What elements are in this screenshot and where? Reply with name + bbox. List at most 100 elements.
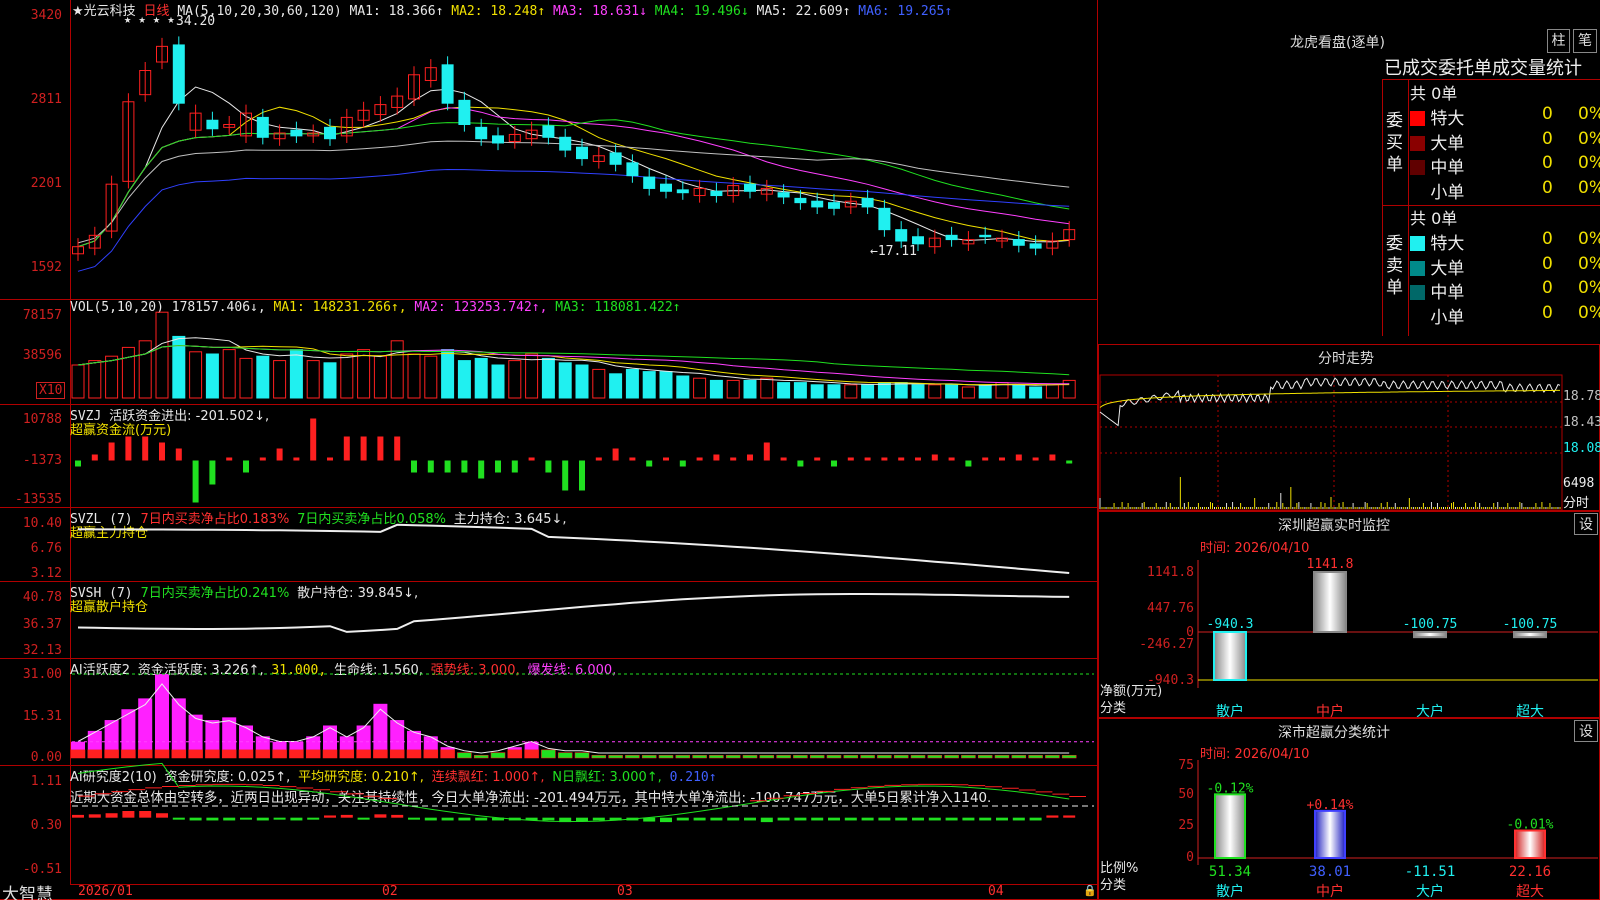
fund-flow-bar xyxy=(579,460,585,491)
activity-base-bar xyxy=(339,749,355,759)
activity-base-bar xyxy=(826,755,842,759)
sz-class-title: 深市超赢分类统计 xyxy=(1278,725,1390,741)
stroke-view-button[interactable]: 笔 xyxy=(1573,29,1597,53)
candle xyxy=(172,44,185,104)
research-bar xyxy=(240,817,252,820)
order-row: 大单 0 0% xyxy=(1410,254,1600,279)
main-position-line xyxy=(77,523,1070,574)
volume-bar xyxy=(189,351,203,399)
fund-flow-bar xyxy=(864,457,871,461)
activity-bar xyxy=(289,741,304,750)
research-bar xyxy=(156,813,168,818)
fund-flow-bar xyxy=(1066,460,1073,464)
volume-bar xyxy=(71,364,85,399)
candle xyxy=(828,202,840,209)
research-bar xyxy=(710,817,723,821)
research-line-green xyxy=(77,762,1070,822)
activity-base-bar xyxy=(507,749,523,759)
fund-flow-bar xyxy=(276,448,283,461)
fund-flow-bar xyxy=(226,457,233,461)
candle xyxy=(626,162,639,177)
research-bar xyxy=(693,817,706,821)
research-bar xyxy=(441,817,454,821)
research-bar xyxy=(760,817,773,823)
activity-bar xyxy=(390,720,405,750)
sz-monitor-frame xyxy=(1098,511,1600,718)
activity-base-bar xyxy=(742,755,758,759)
activity-base-bar xyxy=(692,755,707,759)
activity-bar xyxy=(87,730,102,750)
fund-flow-bar xyxy=(965,460,972,467)
fund-flow-bar xyxy=(192,460,199,503)
volume-bar xyxy=(239,357,253,399)
fund-flow-bar xyxy=(1032,457,1039,461)
activity-base-bar xyxy=(877,755,892,759)
volume-bar xyxy=(340,353,354,399)
volume-bar xyxy=(323,362,337,399)
sz-class-settings-button[interactable]: 设 xyxy=(1574,720,1598,742)
activity-bar xyxy=(205,720,220,750)
volume-bar xyxy=(491,364,505,399)
order-pct: 0% xyxy=(1578,128,1600,149)
candle xyxy=(458,99,471,126)
retail-position-line xyxy=(77,593,1070,633)
fund-flow-bar xyxy=(545,460,552,473)
fund-flow-bar xyxy=(780,457,787,461)
activity-base-bar xyxy=(104,749,119,759)
activity-base-bar xyxy=(423,749,439,759)
order-row: 小单 0 0% xyxy=(1410,303,1600,328)
volume-bar xyxy=(911,384,925,399)
fund-flow-bar xyxy=(713,454,720,461)
volume-bar xyxy=(357,349,371,399)
volume-bar xyxy=(726,379,740,399)
sz-monitor-settings-button[interactable]: 设 xyxy=(1574,513,1598,535)
volume-bar xyxy=(659,371,673,399)
fund-flow-bar xyxy=(915,457,921,461)
activity-base-bar xyxy=(473,755,489,759)
research-bar xyxy=(912,817,924,821)
volume-bar xyxy=(709,379,723,399)
research-bar xyxy=(1046,815,1059,818)
fund-flow-bar xyxy=(562,460,569,491)
volume-bar xyxy=(777,382,791,399)
activity-base-bar xyxy=(541,749,556,759)
fund-flow-bar xyxy=(898,457,905,461)
volume-bar xyxy=(525,353,539,399)
volume-bar xyxy=(289,349,303,399)
fund-flow-bar xyxy=(310,418,317,461)
activity-base-bar xyxy=(608,755,623,759)
volume-bar xyxy=(978,384,992,399)
column-view-button[interactable]: 柱 xyxy=(1547,29,1570,53)
volume-ma-line xyxy=(77,337,1070,386)
intraday-title: 分时走势 xyxy=(1318,351,1374,367)
fund-flow-bar xyxy=(663,457,669,461)
activity-base-bar xyxy=(70,749,86,759)
activity-base-bar xyxy=(776,755,791,759)
activity-base-bar xyxy=(658,755,674,759)
fund-flow-bar xyxy=(931,454,938,461)
activity-base-bar xyxy=(406,749,422,759)
order-type: 大单 xyxy=(1430,258,1465,279)
activity-base-bar xyxy=(557,752,573,759)
order-type: 中单 xyxy=(1430,283,1465,303)
kline-chart[interactable] xyxy=(0,0,1100,900)
volume-bar xyxy=(1045,384,1059,399)
research-bar xyxy=(660,817,672,823)
fund-flow-bar xyxy=(293,457,300,461)
candle xyxy=(794,197,807,204)
volume-bar xyxy=(928,384,942,399)
order-type: 大单 xyxy=(1430,133,1465,154)
fund-flow-bar xyxy=(814,457,821,461)
candle xyxy=(475,126,488,140)
volume-bar xyxy=(592,368,606,399)
activity-base-bar xyxy=(289,749,304,759)
activity-base-bar xyxy=(759,755,775,759)
fund-flow-bar xyxy=(427,460,434,473)
activity-base-bar xyxy=(994,755,1010,759)
activity-base-bar xyxy=(221,749,237,759)
activity-base-bar xyxy=(87,749,103,759)
activity-bar xyxy=(323,725,337,750)
volume-bar xyxy=(306,360,320,399)
order-count: 0 xyxy=(1542,153,1553,173)
fund-flow-bar xyxy=(259,457,266,461)
